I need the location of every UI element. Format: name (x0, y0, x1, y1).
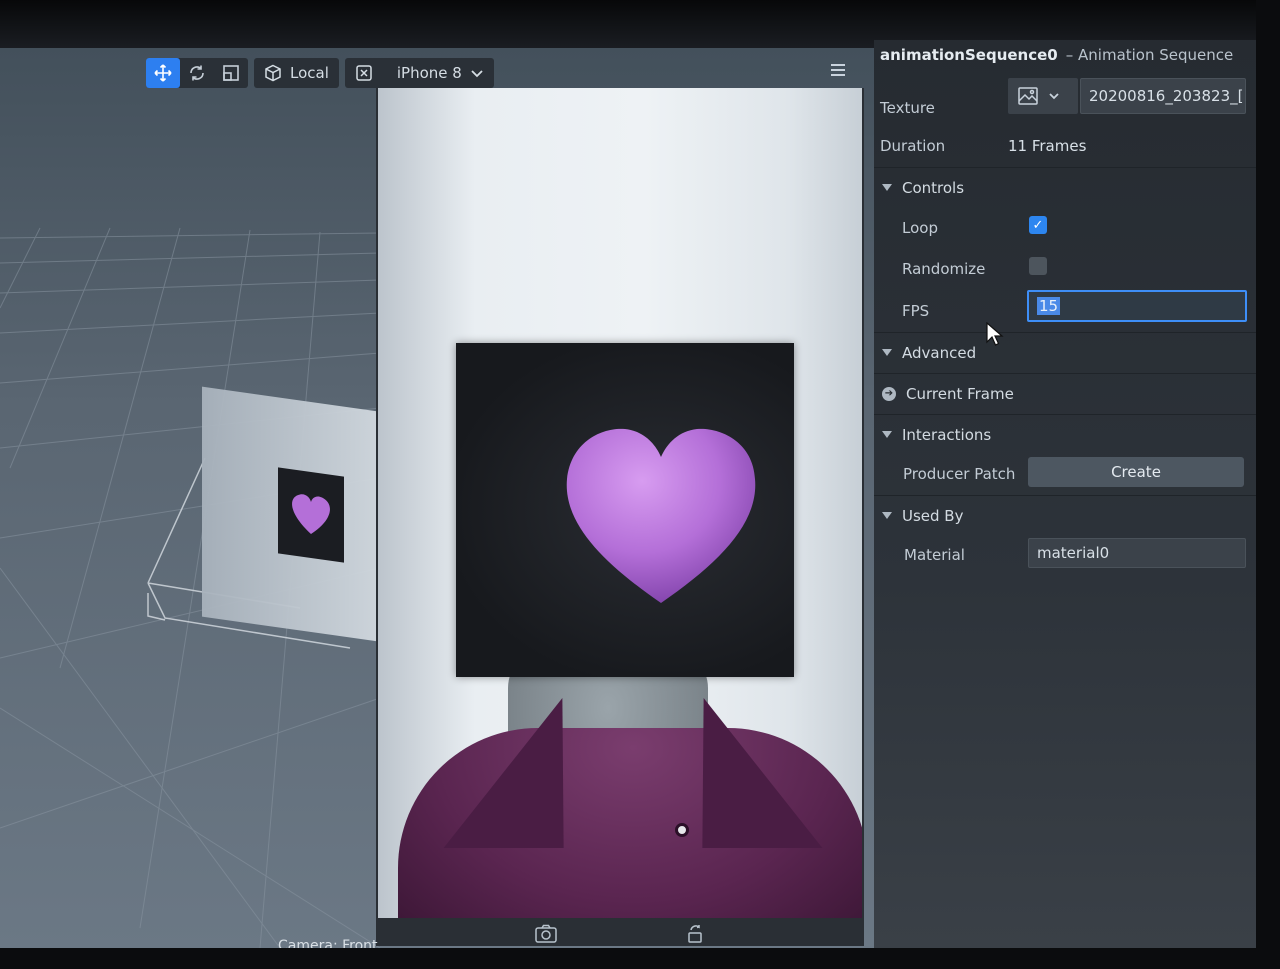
randomize-checkbox[interactable] (1029, 257, 1047, 275)
texture-value-field[interactable]: 20200816_203823_[1... (1080, 78, 1246, 114)
texture-label: Texture (880, 99, 935, 117)
move-tool-button[interactable] (146, 58, 180, 88)
move-icon (154, 64, 172, 82)
advanced-label: Advanced (902, 343, 977, 362)
preview-bottom-bar (378, 922, 862, 946)
hamburger-menu-icon[interactable] (826, 58, 850, 82)
rotate-icon (190, 65, 204, 81)
interactions-section-header[interactable]: Interactions (874, 414, 1256, 454)
controls-section-header[interactable]: Controls (874, 167, 1256, 207)
mouse-cursor-icon (986, 322, 1004, 346)
image-icon (1018, 87, 1038, 105)
loop-label: Loop (902, 219, 938, 237)
material-value: material0 (1037, 544, 1110, 562)
heart-graphic (566, 428, 756, 603)
loop-checkbox[interactable]: ✓ (1029, 216, 1047, 234)
device-preview-frame (376, 88, 864, 946)
randomize-row: Randomize (874, 253, 1256, 285)
object-name: animationSequence0 (880, 46, 1058, 64)
create-button-label: Create (1111, 463, 1161, 481)
device-name: iPhone 8 (396, 64, 462, 82)
transform-toolbar: Local iPhone 8 (146, 58, 494, 88)
producer-patch-label: Producer Patch (903, 465, 1016, 483)
fps-value: 15 (1037, 297, 1061, 315)
scale-icon (223, 65, 239, 81)
face-tracker-plane (456, 343, 794, 677)
transform-tool-group (146, 58, 248, 88)
create-button[interactable]: Create (1028, 457, 1244, 487)
collapse-triangle-icon (882, 184, 892, 191)
shirt-button (675, 823, 689, 837)
local-space-label: Local (290, 64, 329, 82)
loop-row: Loop (874, 212, 1256, 244)
collapse-triangle-icon (882, 349, 892, 356)
inspector-panel: animationSequence0 – Animation Sequence T… (874, 40, 1256, 948)
cube-icon (265, 64, 281, 82)
used-by-section-header[interactable]: Used By (874, 495, 1256, 535)
inspector-header: animationSequence0 – Animation Sequence (880, 46, 1233, 64)
local-space-toggle[interactable]: Local (254, 58, 339, 88)
randomize-label: Randomize (902, 260, 986, 278)
switch-camera-icon[interactable] (535, 924, 557, 944)
duration-label: Duration (880, 137, 946, 155)
scale-tool-button[interactable] (214, 58, 248, 88)
used-by-label: Used By (902, 506, 964, 525)
arrow-right-circle-icon: ➔ (882, 386, 896, 401)
fps-input[interactable]: 15 (1027, 290, 1247, 322)
chevron-down-icon (471, 70, 483, 78)
collapse-triangle-icon (882, 431, 892, 438)
object-type: – Animation Sequence (1065, 46, 1234, 64)
device-frame-icon (356, 65, 372, 81)
interactions-label: Interactions (902, 425, 992, 444)
fps-label: FPS (902, 302, 930, 320)
controls-label: Controls (902, 178, 965, 197)
scene-heart-card (278, 467, 344, 563)
texture-picker-button[interactable] (1008, 78, 1078, 114)
device-preview-screen[interactable] (378, 88, 862, 918)
device-selector[interactable]: iPhone 8 (344, 58, 494, 88)
duration-value: 11 Frames (1008, 137, 1087, 155)
monitor-bezel-bottom (0, 948, 1280, 969)
material-link-field[interactable]: material0 (1028, 538, 1246, 568)
monitor-bezel-right (1256, 0, 1280, 969)
rotate-tool-button[interactable] (180, 58, 214, 88)
camera-label: Camera: Front (278, 938, 378, 948)
current-frame-label: Current Frame (906, 384, 1014, 403)
texture-value: 20200816_203823_[1... (1089, 87, 1245, 105)
scene-viewport[interactable]: Local iPhone 8 Camera: Front (0, 48, 874, 948)
material-label: Material (904, 546, 965, 564)
duration-row: Duration 11 Frames (874, 130, 1256, 162)
rotate-device-icon[interactable] (687, 924, 705, 944)
advanced-section-header[interactable]: Advanced (874, 332, 1256, 372)
collapse-triangle-icon (882, 512, 892, 519)
current-frame-section-header[interactable]: ➔ Current Frame (874, 373, 1256, 413)
chevron-down-icon (1049, 93, 1059, 100)
